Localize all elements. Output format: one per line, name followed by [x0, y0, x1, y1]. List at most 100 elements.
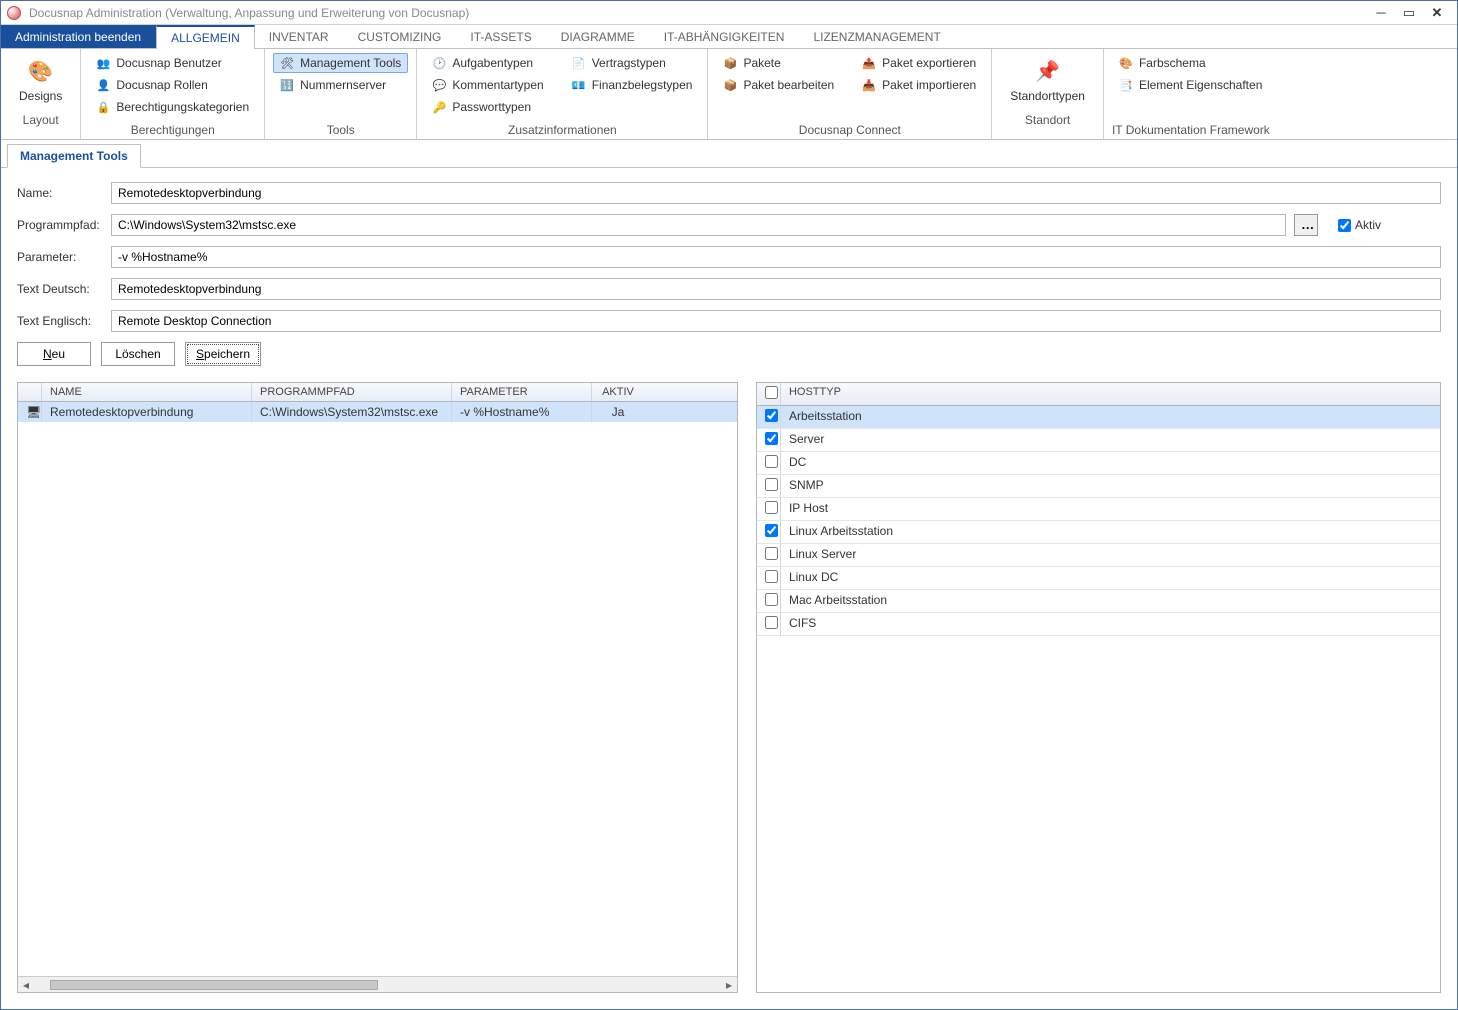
tab-diagramme[interactable]: DIAGRAMME [547, 25, 650, 48]
hosttyp-checkbox[interactable] [765, 432, 778, 445]
header-checkbox[interactable] [765, 386, 778, 399]
paket-exportieren[interactable]: 📤Paket exportieren [855, 53, 983, 73]
col-name[interactable]: NAME [42, 383, 252, 401]
hosttyp-label: CIFS [781, 613, 1440, 635]
hosttyp-checkbox[interactable] [765, 455, 778, 468]
berechtigungskategorien[interactable]: 🔒Berechtigungskategorien [89, 97, 256, 117]
input-programmpfad[interactable] [111, 214, 1286, 236]
hosttyp-checkbox[interactable] [765, 524, 778, 537]
hosttyp-row[interactable]: SNMP [757, 475, 1440, 498]
management-tools[interactable]: 🛠Management Tools [273, 53, 408, 73]
group-label-connect: Docusnap Connect [716, 117, 983, 137]
designs-button[interactable]: 🎨 Designs [9, 53, 72, 107]
input-text-deutsch[interactable] [111, 278, 1441, 300]
docusnap-benutzer[interactable]: 👥Docusnap Benutzer [89, 53, 256, 73]
loeschen-button[interactable]: Löschen [101, 342, 175, 366]
table-row[interactable]: 🖥 Remotedesktopverbindung C:\Windows\Sys… [18, 402, 737, 422]
hosttyp-checkbox[interactable] [765, 501, 778, 514]
neu-button[interactable]: Neu [17, 342, 91, 366]
hosttyp-checkbox[interactable] [765, 409, 778, 422]
col-checkbox[interactable] [757, 383, 781, 405]
standorttypen-button[interactable]: 📌 Standorttypen [1000, 53, 1095, 107]
col-aktiv[interactable]: AKTIV [592, 383, 644, 401]
nummernserver[interactable]: 🔢Nummernserver [273, 75, 408, 95]
tab-it-abhaengigkeiten[interactable]: IT-ABHÄNGIGKEITEN [650, 25, 800, 48]
pakete[interactable]: 📦Pakete [716, 53, 841, 73]
scroll-right-arrow-icon[interactable]: ▸ [721, 978, 737, 992]
tab-lizenzmanagement[interactable]: LIZENZMANAGEMENT [799, 25, 955, 48]
col-icon[interactable] [18, 383, 42, 401]
panel-tab-management-tools[interactable]: Management Tools [7, 144, 141, 168]
role-icon: 👤 [96, 78, 110, 92]
input-name[interactable] [111, 182, 1441, 204]
row-aktiv: Ja [592, 402, 644, 422]
aufgabentypen[interactable]: 🕑Aufgabentypen [425, 53, 550, 73]
docusnap-rollen[interactable]: 👤Docusnap Rollen [89, 75, 256, 95]
number-icon: 🔢 [280, 78, 294, 92]
kommentartypen[interactable]: 💬Kommentartypen [425, 75, 550, 95]
maximize-button[interactable]: ▭ [1395, 3, 1423, 23]
hosttyp-row[interactable]: Linux Server [757, 544, 1440, 567]
titlebar: Docusnap Administration (Verwaltung, Anp… [1, 1, 1457, 25]
browse-button[interactable]: … [1294, 214, 1318, 236]
group-label-framework: IT Dokumentation Framework [1112, 117, 1270, 137]
hosttyp-row[interactable]: Server [757, 429, 1440, 452]
hosttyp-checkbox[interactable] [765, 478, 778, 491]
hosttyp-label: Arbeitsstation [781, 406, 1440, 428]
hosttyp-checkbox[interactable] [765, 547, 778, 560]
window-title: Docusnap Administration (Verwaltung, Anp… [29, 6, 1367, 20]
element-eigenschaften[interactable]: 📑Element Eigenschaften [1112, 75, 1270, 95]
minimize-button[interactable]: ─ [1367, 3, 1395, 23]
farbschema[interactable]: 🎨Farbschema [1112, 53, 1270, 73]
tab-administration-beenden[interactable]: Administration beenden [1, 25, 156, 48]
vertragstypen[interactable]: 📄Vertragstypen [565, 53, 700, 73]
speichern-button[interactable]: Speichern [185, 342, 261, 366]
passworttypen[interactable]: 🔑Passworttypen [425, 97, 550, 117]
finanzbelegstypen[interactable]: 💶Finanzbelegstypen [565, 75, 700, 95]
scroll-left-arrow-icon[interactable]: ◂ [18, 978, 34, 992]
horizontal-scrollbar[interactable]: ◂ ▸ [18, 976, 737, 992]
paket-bearbeiten[interactable]: 📦Paket bearbeiten [716, 75, 841, 95]
scroll-thumb[interactable] [50, 980, 378, 990]
ribbon-group-standort: 📌 Standorttypen Standort [992, 49, 1104, 139]
hosttyp-checkbox-cell [757, 567, 781, 589]
hosttyp-label: Server [781, 429, 1440, 451]
hosttyp-row[interactable]: Linux Arbeitsstation [757, 521, 1440, 544]
hosttyp-row[interactable]: Linux DC [757, 567, 1440, 590]
hosttyp-row[interactable]: IP Host [757, 498, 1440, 521]
hosttyp-label: Linux Server [781, 544, 1440, 566]
hosttyp-row[interactable]: Mac Arbeitsstation [757, 590, 1440, 613]
user-icon: 👥 [96, 56, 110, 70]
tab-customizing[interactable]: CUSTOMIZING [344, 25, 457, 48]
col-parameter[interactable]: PARAMETER [452, 383, 592, 401]
hosttyp-checkbox-cell [757, 429, 781, 451]
tools-grid-body[interactable]: 🖥 Remotedesktopverbindung C:\Windows\Sys… [18, 402, 737, 976]
col-programmpfad[interactable]: PROGRAMMPFAD [252, 383, 452, 401]
hosttyp-checkbox[interactable] [765, 593, 778, 606]
hosttyp-checkbox[interactable] [765, 616, 778, 629]
checkbox-aktiv[interactable] [1338, 219, 1351, 232]
hosttyp-row[interactable]: DC [757, 452, 1440, 475]
hosttyp-row[interactable]: CIFS [757, 613, 1440, 636]
tab-inventar[interactable]: INVENTAR [255, 25, 344, 48]
panel-body: Name: Programmpfad: … Aktiv Parameter: T… [1, 167, 1457, 382]
hosttyp-label: SNMP [781, 475, 1440, 497]
hosttyp-grid-body[interactable]: ArbeitsstationServerDCSNMPIP HostLinux A… [757, 406, 1440, 992]
input-parameter[interactable] [111, 246, 1441, 268]
export-icon: 📤 [862, 56, 876, 70]
close-button[interactable]: ✕ [1423, 3, 1451, 23]
hosttyp-checkbox[interactable] [765, 570, 778, 583]
col-hosttyp[interactable]: HOSTTYP [781, 383, 1440, 405]
designs-icon: 🎨 [27, 57, 55, 85]
tab-it-assets[interactable]: IT-ASSETS [456, 25, 546, 48]
lock-icon: 🔒 [96, 100, 110, 114]
money-icon: 💶 [572, 78, 586, 92]
paket-importieren[interactable]: 📥Paket importieren [855, 75, 983, 95]
hosttyp-row[interactable]: Arbeitsstation [757, 406, 1440, 429]
tab-allgemein[interactable]: ALLGEMEIN [156, 25, 255, 49]
key-icon: 🔑 [432, 100, 446, 114]
hosttyp-checkbox-cell [757, 544, 781, 566]
ribbon-group-permissions: 👥Docusnap Benutzer 👤Docusnap Rollen 🔒Ber… [81, 49, 265, 139]
label-programmpfad: Programmpfad: [17, 218, 103, 232]
input-text-englisch[interactable] [111, 310, 1441, 332]
